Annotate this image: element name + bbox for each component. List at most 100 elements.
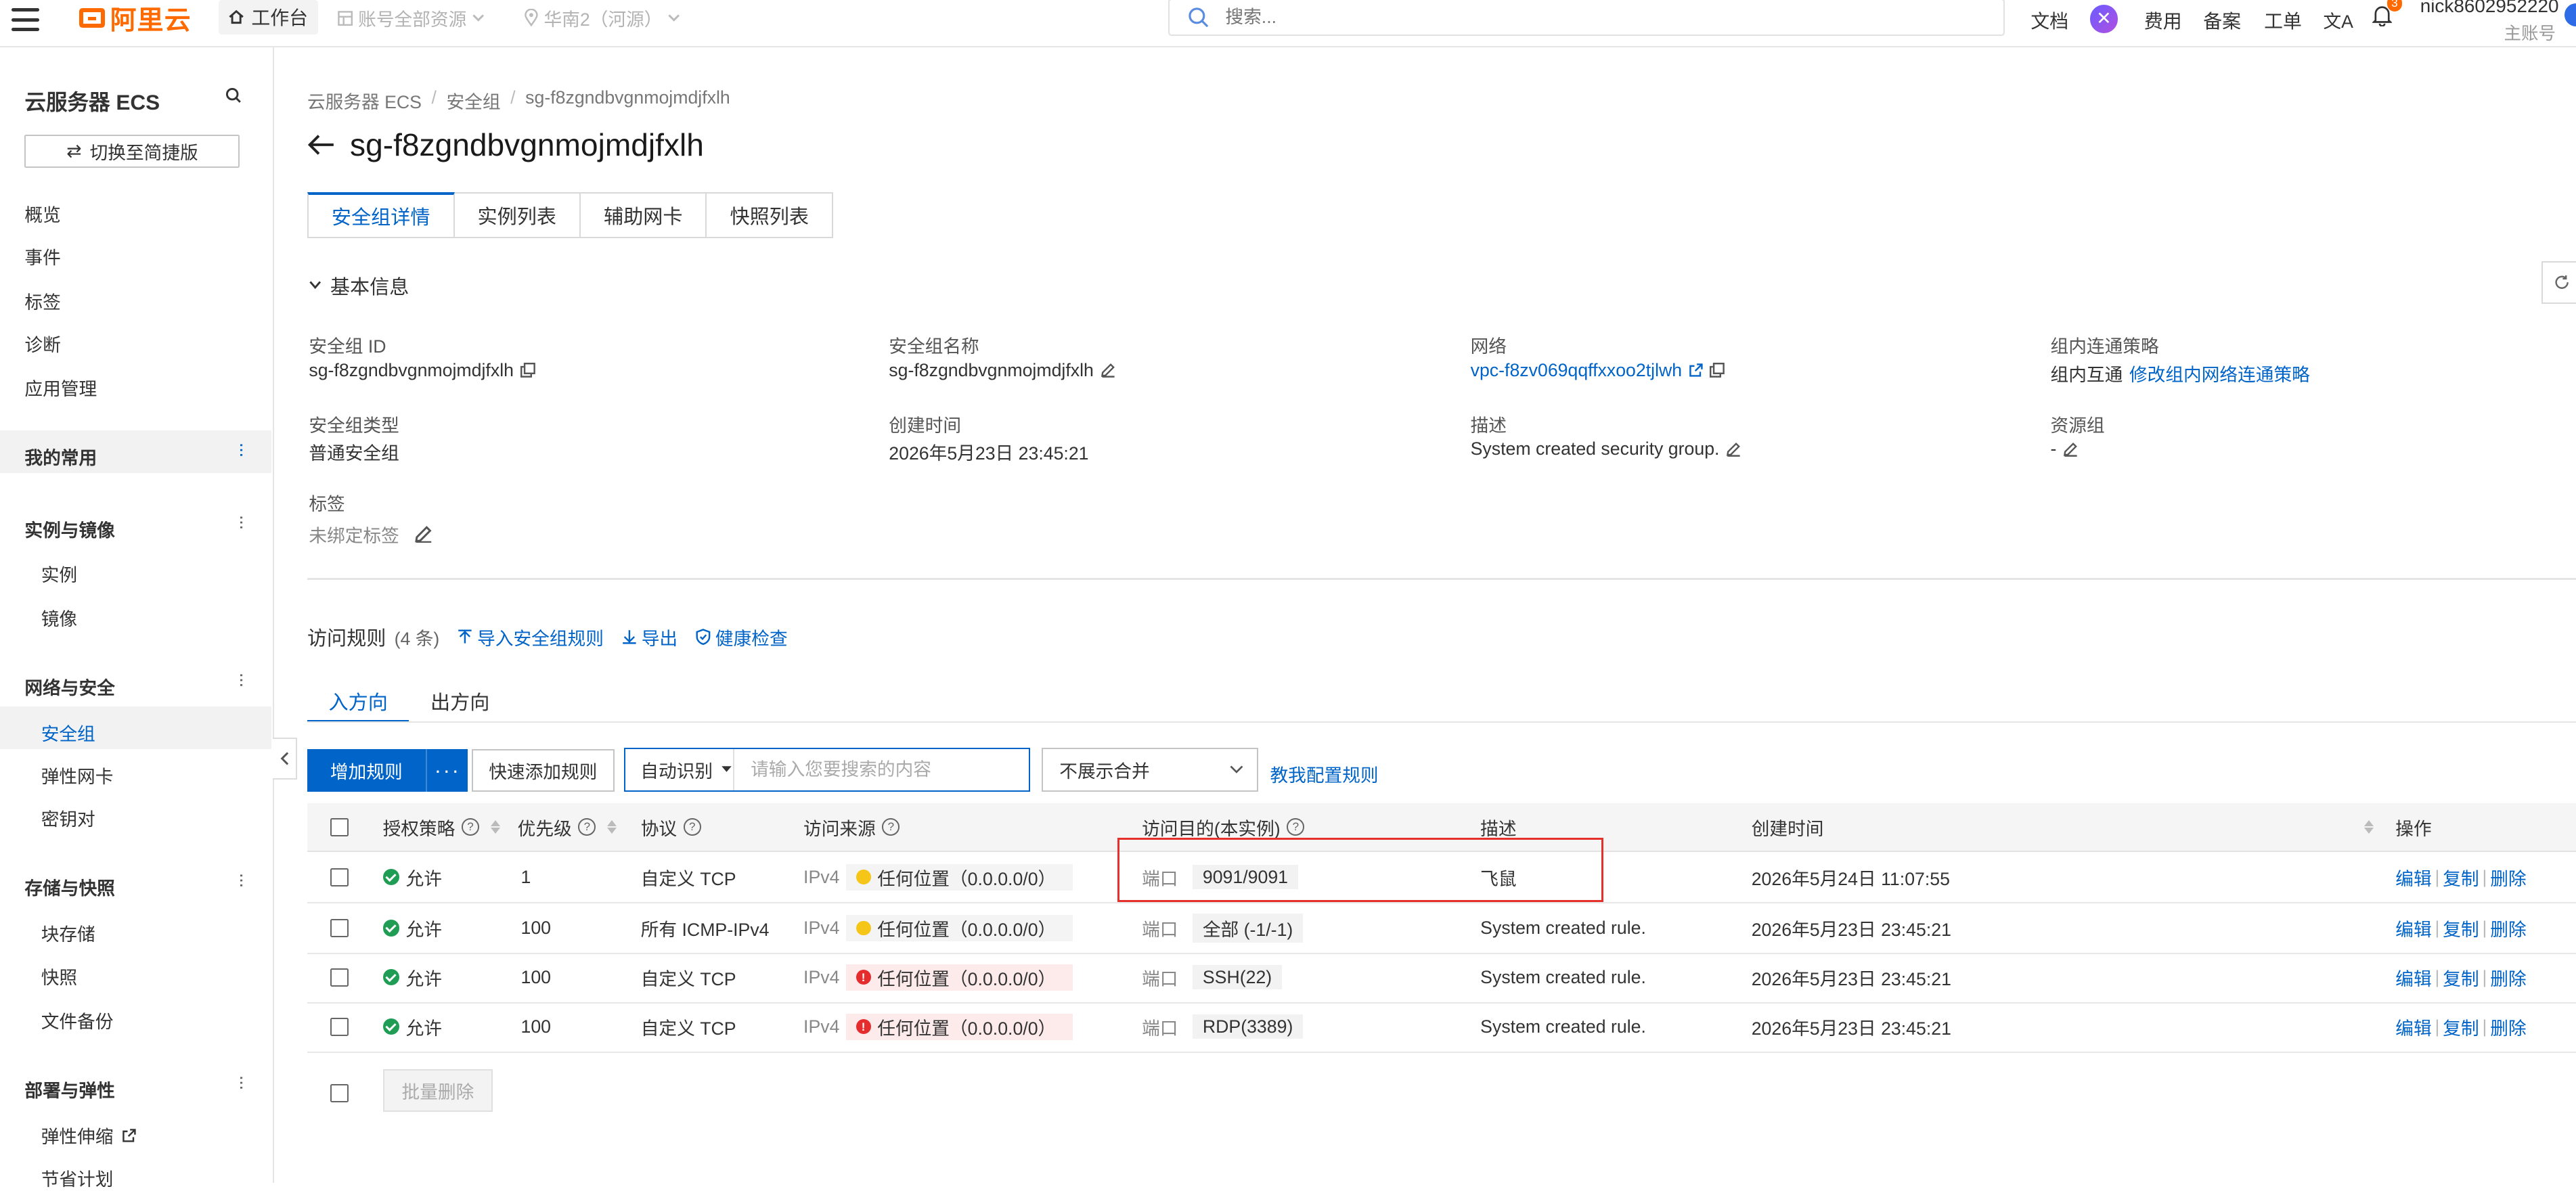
region-selector[interactable]: 华南2（河源） <box>524 5 680 31</box>
sidebar-item-key-pairs[interactable]: 密钥对 <box>41 805 95 831</box>
more-options-button[interactable]: ··· <box>425 748 468 792</box>
sort-icon[interactable] <box>2364 820 2374 834</box>
sidebar-item-overview[interactable]: 概览 <box>24 200 60 227</box>
copy-rule-link[interactable]: 复制 <box>2443 1014 2479 1040</box>
ticket-link[interactable]: 工单 <box>2264 7 2302 34</box>
edit-icon[interactable] <box>414 525 432 543</box>
copy-icon[interactable] <box>520 363 535 378</box>
copy-rule-link[interactable]: 复制 <box>2443 864 2479 891</box>
sidebar-group-instances[interactable]: 实例与镜像 <box>24 516 114 542</box>
sidebar-item-images[interactable]: 镜像 <box>41 604 77 631</box>
row-checkbox[interactable] <box>330 868 349 886</box>
delete-rule-link[interactable]: 删除 <box>2490 864 2526 891</box>
tab-snapshot-list[interactable]: 快照列表 <box>707 192 833 238</box>
edit-rule-link[interactable]: 编辑 <box>2395 1014 2431 1040</box>
more-vertical-icon[interactable]: ··· <box>231 1075 252 1089</box>
sidebar-collapse-button[interactable] <box>272 737 297 780</box>
sidebar-item-events[interactable]: 事件 <box>24 243 60 269</box>
sidebar-group-network[interactable]: 网络与安全 <box>24 673 114 700</box>
tab-inbound[interactable]: 入方向 <box>307 677 409 723</box>
sort-icon[interactable] <box>607 820 617 834</box>
docs-link[interactable]: 文档 <box>2030 7 2068 34</box>
tab-secondary-eni[interactable]: 辅助网卡 <box>581 192 707 238</box>
row-checkbox[interactable] <box>330 968 349 987</box>
vpc-link[interactable]: vpc-f8zv069qqffxxoo2tjlwh <box>1471 360 1683 381</box>
user-name[interactable]: nick8602952220 <box>2420 0 2559 17</box>
sidebar-group-deploy[interactable]: 部署与弹性 <box>24 1076 114 1102</box>
sidebar-item-auto-scaling[interactable]: 弹性伸缩 <box>41 1122 137 1148</box>
avatar[interactable] <box>2564 3 2576 26</box>
edit-icon[interactable] <box>2063 442 2078 457</box>
sidebar-item-file-backup[interactable]: 文件备份 <box>41 1007 114 1033</box>
global-search-input[interactable] <box>1222 5 1984 30</box>
copy-rule-link[interactable]: 复制 <box>2443 964 2479 991</box>
sidebar-item-snapshots[interactable]: 快照 <box>41 963 77 989</box>
sidebar-item-eni[interactable]: 弹性网卡 <box>41 762 114 788</box>
sidebar-group-storage[interactable]: 存储与快照 <box>24 874 114 900</box>
help-icon[interactable]: ? <box>882 818 900 836</box>
edit-rule-link[interactable]: 编辑 <box>2395 864 2431 891</box>
basic-info-toggle[interactable]: 基本信息 <box>309 271 409 300</box>
copy-icon[interactable] <box>1710 363 1725 378</box>
edit-rule-link[interactable]: 编辑 <box>2395 915 2431 941</box>
copy-rule-link[interactable]: 复制 <box>2443 915 2479 941</box>
more-vertical-icon[interactable]: ··· <box>231 442 252 457</box>
language-icon[interactable]: 文A <box>2323 7 2353 33</box>
tab-outbound[interactable]: 出方向 <box>409 677 510 723</box>
modify-policy-link[interactable]: 修改组内网络连通策略 <box>2129 360 2310 386</box>
row-checkbox[interactable] <box>330 919 349 937</box>
delete-rule-link[interactable]: 删除 <box>2490 915 2526 941</box>
sidebar-item-block-storage[interactable]: 块存储 <box>41 920 95 946</box>
tab-instance-list[interactable]: 实例列表 <box>454 192 581 238</box>
batch-delete-button[interactable]: 批量删除 <box>382 1069 493 1113</box>
export-link[interactable]: 导出 <box>622 624 678 650</box>
refresh-button[interactable] <box>2541 261 2576 305</box>
rule-search-input[interactable] <box>747 757 1029 782</box>
delete-rule-link[interactable]: 删除 <box>2490 1014 2526 1040</box>
account-scope-selector[interactable]: 账号全部资源 <box>337 5 485 31</box>
sidebar-search-icon[interactable] <box>225 87 242 110</box>
edit-icon[interactable] <box>1726 442 1741 457</box>
help-icon[interactable]: ? <box>1287 818 1305 836</box>
sidebar-item-savings-plan[interactable]: 节省计划 <box>41 1165 114 1191</box>
add-rule-button[interactable]: 增加规则 <box>307 749 426 792</box>
more-vertical-icon[interactable]: ··· <box>231 872 252 887</box>
help-icon[interactable]: ? <box>578 818 596 836</box>
footer-select-all-checkbox[interactable] <box>330 1084 349 1102</box>
workbench-button[interactable]: 工作台 <box>218 0 318 35</box>
more-vertical-icon[interactable]: ··· <box>231 672 252 687</box>
switch-simple-mode-button[interactable]: ⇄ 切换至简捷版 <box>24 135 240 168</box>
edit-icon[interactable] <box>1101 363 1115 378</box>
edit-rule-link[interactable]: 编辑 <box>2395 964 2431 991</box>
health-check-link[interactable]: 健康检查 <box>696 624 788 650</box>
sort-icon[interactable] <box>490 820 500 834</box>
back-arrow-icon[interactable] <box>307 133 335 162</box>
tab-sg-details[interactable]: 安全组详情 <box>307 192 455 238</box>
import-rules-link[interactable]: 导入安全组规则 <box>458 624 604 650</box>
help-icon[interactable]: ? <box>683 818 701 836</box>
ai-assistant-icon[interactable]: ✕ <box>2089 5 2118 33</box>
notification-bell[interactable]: 3 <box>2372 0 2402 32</box>
aliyun-logo[interactable]: 阿里云 <box>79 3 192 35</box>
global-search[interactable] <box>1168 0 2005 37</box>
hamburger-menu-icon[interactable] <box>11 8 40 32</box>
search-type-select[interactable]: 自动识别 <box>625 748 734 790</box>
help-icon[interactable]: ? <box>462 818 479 836</box>
sidebar-item-app-management[interactable]: 应用管理 <box>24 374 97 401</box>
select-all-checkbox[interactable] <box>330 817 349 836</box>
sidebar-group-favorites[interactable]: 我的常用 <box>24 443 97 470</box>
breadcrumb-security-group[interactable]: 安全组 <box>447 87 501 114</box>
billing-link[interactable]: 费用 <box>2144 7 2182 34</box>
row-checkbox[interactable] <box>330 1017 349 1036</box>
sidebar-item-instances[interactable]: 实例 <box>41 560 77 587</box>
icp-filing-link[interactable]: 备案 <box>2203 7 2241 34</box>
breadcrumb-ecs[interactable]: 云服务器 ECS <box>307 87 422 114</box>
quick-add-rule-button[interactable]: 快速添加规则 <box>471 748 615 792</box>
delete-rule-link[interactable]: 删除 <box>2490 964 2526 991</box>
sidebar-item-diagnosis[interactable]: 诊断 <box>24 330 60 357</box>
config-help-link[interactable]: 教我配置规则 <box>1270 761 1378 787</box>
sidebar-item-tags[interactable]: 标签 <box>24 288 60 314</box>
sidebar-item-security-groups[interactable]: 安全组 <box>41 719 95 746</box>
merge-display-select[interactable]: 不展示合并 <box>1042 747 1259 792</box>
external-link-icon[interactable] <box>1689 363 1704 378</box>
